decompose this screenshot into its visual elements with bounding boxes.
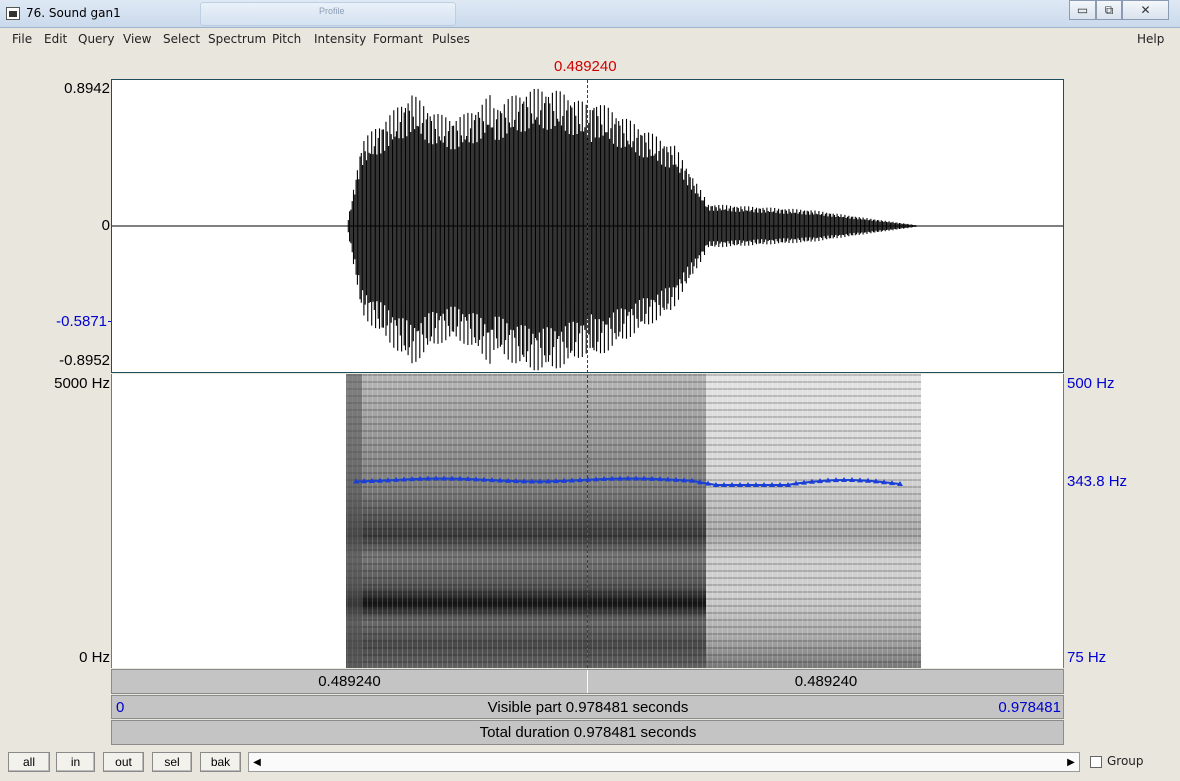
left-segment[interactable]: 0.489240 bbox=[112, 670, 588, 693]
spectrogram-onset bbox=[346, 374, 362, 668]
group-checkbox[interactable] bbox=[1090, 756, 1102, 768]
window-title: 76. Sound gan1 bbox=[26, 6, 121, 20]
scroll-right-icon[interactable]: ▶ bbox=[1064, 755, 1078, 769]
pitch-bottom-label: 75 Hz bbox=[1067, 649, 1107, 666]
title-bar: 76. Sound gan1 Profile ▭ ⧉ ✕ bbox=[0, 0, 1180, 28]
horizontal-scrollbar[interactable]: ◀ ▶ bbox=[248, 752, 1080, 772]
pitch-top-label: 500 Hz bbox=[1067, 375, 1115, 392]
minimize-button[interactable]: ▭ bbox=[1069, 0, 1096, 20]
maximize-button[interactable]: ⧉ bbox=[1096, 0, 1122, 20]
total-duration-bar[interactable]: Total duration 0.978481 seconds bbox=[111, 720, 1064, 745]
right-segment[interactable]: 0.489240 bbox=[588, 670, 1064, 693]
background-window-label: Profile bbox=[319, 6, 345, 16]
menu-bar: File Edit Query View Select Spectrum Pit… bbox=[0, 29, 1180, 50]
menu-file[interactable]: File bbox=[12, 32, 32, 46]
zoom-back-button[interactable]: bak bbox=[200, 752, 241, 772]
app-icon bbox=[6, 7, 20, 20]
right-segment-label: 0.489240 bbox=[794, 673, 858, 690]
menu-spectrum[interactable]: Spectrum bbox=[208, 32, 266, 46]
close-button[interactable]: ✕ bbox=[1122, 0, 1169, 20]
zoom-all-button[interactable]: all bbox=[8, 752, 50, 772]
waveform-max-label: 0.8942 bbox=[64, 80, 110, 97]
menu-edit[interactable]: Edit bbox=[44, 32, 67, 46]
visible-part-label: Visible part 0.978481 seconds bbox=[487, 698, 689, 716]
menu-view[interactable]: View bbox=[123, 32, 151, 46]
zoom-out-button[interactable]: out bbox=[103, 752, 144, 772]
zoom-in-button[interactable]: in bbox=[56, 752, 95, 772]
waveform-min-label: -0.8952 bbox=[59, 352, 110, 369]
spectrogram-top-frequency-label: 5000 Hz bbox=[54, 375, 110, 392]
cursor-line[interactable] bbox=[587, 80, 588, 668]
waveform-plot bbox=[112, 88, 1063, 371]
visible-end-label: 0.978481 bbox=[998, 698, 1061, 716]
pitch-cursor-label: 343.8 Hz bbox=[1067, 473, 1128, 490]
selection-bar[interactable]: 0.489240 0.489240 bbox=[111, 669, 1064, 694]
left-segment-label: 0.489240 bbox=[318, 673, 381, 690]
visible-part-bar[interactable]: 0 Visible part 0.978481 seconds 0.978481 bbox=[111, 695, 1064, 719]
menu-pulses[interactable]: Pulses bbox=[432, 32, 470, 46]
spectrogram-bottom-frequency-label: 0 Hz bbox=[79, 649, 110, 666]
spectrogram-striations bbox=[346, 374, 921, 668]
bottom-toolbar: all in out sel bak ◀ ▶ Group bbox=[0, 748, 1180, 781]
waveform-signal bbox=[347, 88, 923, 371]
menu-intensity[interactable]: Intensity bbox=[314, 32, 366, 46]
total-duration-label: Total duration 0.978481 seconds bbox=[479, 724, 697, 741]
background-window-tab: Profile bbox=[200, 2, 456, 26]
waveform-zero-label: 0 bbox=[101, 217, 110, 234]
zoom-selection-button[interactable]: sel bbox=[152, 752, 192, 772]
cursor-time-label: 0.489240 bbox=[554, 58, 617, 75]
menu-formant[interactable]: Formant bbox=[373, 32, 423, 46]
menu-query[interactable]: Query bbox=[78, 32, 114, 46]
group-label: Group bbox=[1107, 754, 1144, 768]
menu-help[interactable]: Help bbox=[1137, 32, 1164, 46]
scroll-left-icon[interactable]: ◀ bbox=[250, 755, 264, 769]
menu-select[interactable]: Select bbox=[163, 32, 200, 46]
menu-pitch[interactable]: Pitch bbox=[272, 32, 301, 46]
waveform-cursor-value-label: -0.5871 bbox=[56, 313, 107, 330]
spectrogram-plot bbox=[346, 374, 921, 668]
